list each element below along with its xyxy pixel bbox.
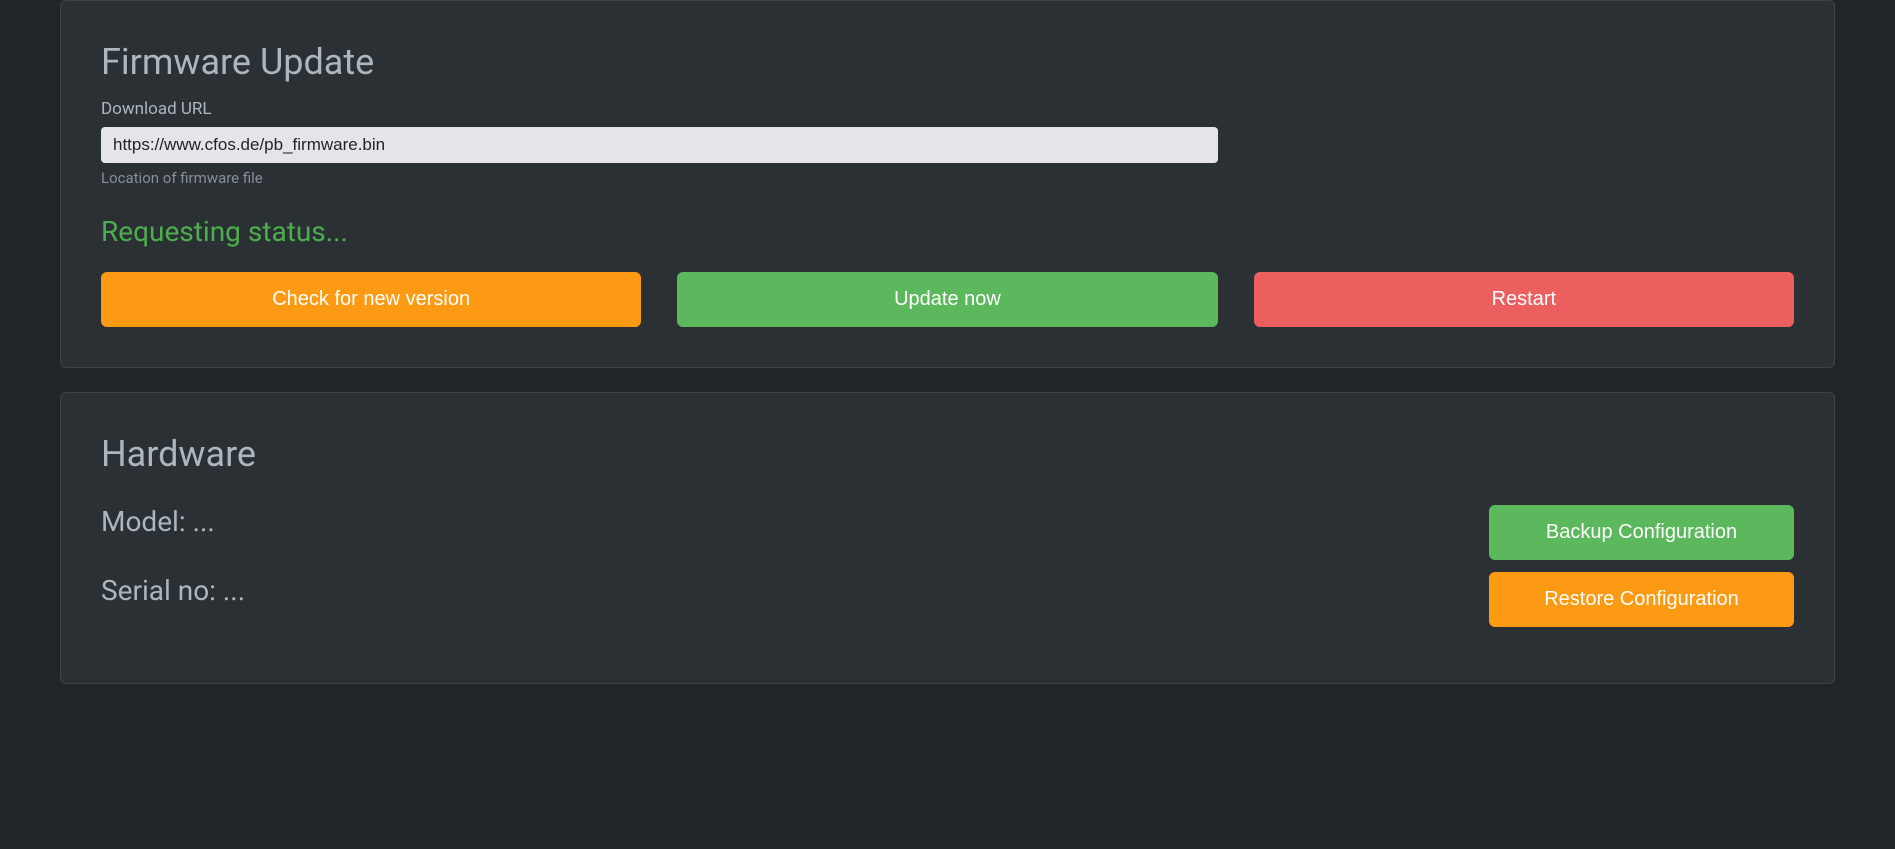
download-url-hint: Location of firmware file xyxy=(101,169,1794,187)
model-field: Model: ... xyxy=(101,505,1489,538)
serial-field: Serial no: ... xyxy=(101,574,1489,607)
hardware-title: Hardware xyxy=(101,433,1794,475)
restart-button[interactable]: Restart xyxy=(1254,272,1794,327)
model-value: ... xyxy=(193,505,215,538)
download-url-input[interactable] xyxy=(101,127,1218,163)
check-version-button[interactable]: Check for new version xyxy=(101,272,641,327)
hardware-row: Model: ... Serial no: ... Backup Configu… xyxy=(101,505,1794,643)
config-buttons: Backup Configuration Restore Configurati… xyxy=(1489,505,1794,627)
serial-label: Serial no: xyxy=(101,574,223,607)
hardware-info: Model: ... Serial no: ... xyxy=(101,505,1489,643)
restore-config-button[interactable]: Restore Configuration xyxy=(1489,572,1794,627)
backup-config-button[interactable]: Backup Configuration xyxy=(1489,505,1794,560)
firmware-status: Requesting status... xyxy=(101,215,1794,248)
model-label: Model: xyxy=(101,505,193,538)
firmware-button-row: Check for new version Update now Restart xyxy=(101,272,1794,327)
serial-value: ... xyxy=(223,574,245,607)
firmware-title: Firmware Update xyxy=(101,41,1794,83)
update-now-button[interactable]: Update now xyxy=(677,272,1217,327)
firmware-update-card: Firmware Update Download URL Location of… xyxy=(60,0,1835,368)
download-url-label: Download URL xyxy=(101,99,1794,119)
hardware-card: Hardware Model: ... Serial no: ... Backu… xyxy=(60,392,1835,684)
